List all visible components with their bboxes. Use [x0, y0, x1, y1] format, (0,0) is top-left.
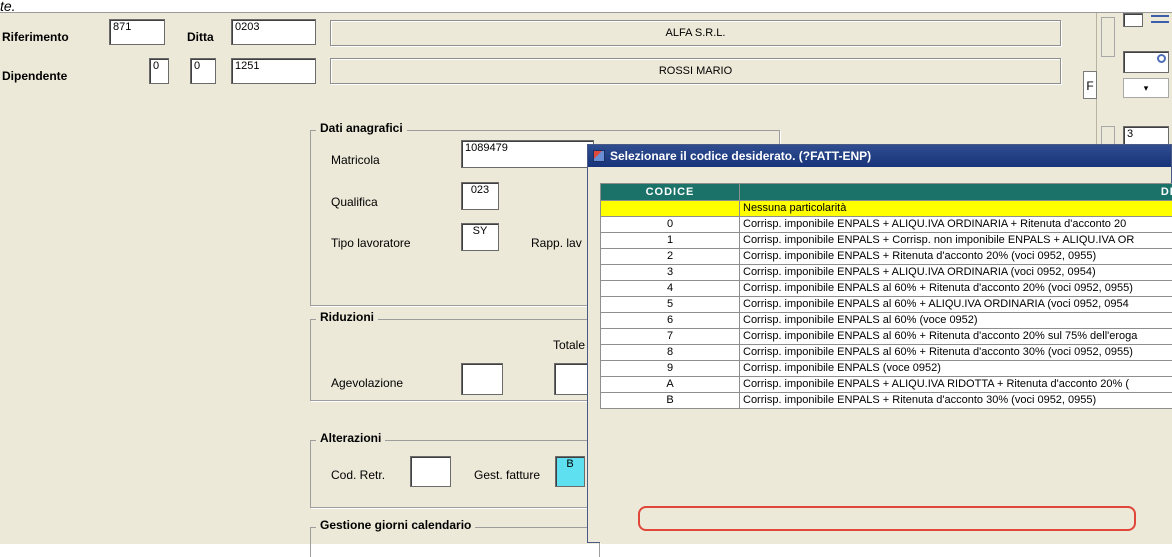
table-row[interactable]: 7Corrisp. imponibile ENPALS al 60% + Rit… [601, 329, 1172, 345]
gestione-giorni-title: Gestione giorni calendario [316, 518, 475, 532]
description-cell[interactable]: Corrisp. imponibile ENPALS (voce 0952) [740, 361, 1172, 377]
description-cell[interactable]: Corrisp. imponibile ENPALS al 60% + ALIQ… [740, 297, 1172, 313]
side-number-field[interactable]: 3 [1123, 126, 1169, 146]
f-key-label[interactable]: F [1083, 71, 1097, 99]
cod-retr-label: Cod. Retr. [331, 468, 385, 482]
table-row[interactable]: 5Corrisp. imponibile ENPALS al 60% + ALI… [601, 297, 1172, 313]
table-row[interactable]: 2Corrisp. imponibile ENPALS + Ritenuta d… [601, 249, 1172, 265]
code-cell[interactable]: 1 [601, 233, 740, 249]
codes-table-container: CODICE DESCRIZIONE Nessuna particolarità… [600, 183, 1172, 543]
description-cell[interactable]: Corrisp. imponibile ENPALS + Ritenuta d'… [740, 393, 1172, 409]
table-row[interactable]: 9Corrisp. imponibile ENPALS (voce 0952) [601, 361, 1172, 377]
code-cell[interactable]: 5 [601, 297, 740, 313]
side-small-field[interactable] [1123, 13, 1143, 27]
code-cell[interactable] [601, 201, 740, 217]
table-header-row: CODICE DESCRIZIONE [601, 184, 1172, 201]
agevolazione-field[interactable] [461, 363, 503, 395]
ditta-field[interactable]: 0203 [231, 19, 316, 45]
code-cell[interactable]: 2 [601, 249, 740, 265]
table-row[interactable]: 1Corrisp. imponibile ENPALS + Corrisp. n… [601, 233, 1172, 249]
code-cell[interactable]: 6 [601, 313, 740, 329]
lookup-dialog: Selezionare il codice desiderato. (?FATT… [587, 144, 1172, 543]
highlight-annotation [638, 506, 1136, 531]
codice-column-header[interactable]: CODICE [601, 184, 740, 201]
dipendente-field-1[interactable]: 0 [149, 58, 169, 84]
description-cell[interactable]: Corrisp. imponibile ENPALS + Corrisp. no… [740, 233, 1172, 249]
app-icon [593, 150, 605, 162]
rapp-lav-label: Rapp. lav [531, 236, 582, 250]
table-row[interactable]: 4Corrisp. imponibile ENPALS al 60% + Rit… [601, 281, 1172, 297]
description-cell[interactable]: Nessuna particolarità [740, 201, 1172, 217]
qualifica-field[interactable]: 023 [461, 182, 499, 210]
riferimento-label: Riferimento [2, 30, 69, 44]
code-cell[interactable]: 4 [601, 281, 740, 297]
table-row[interactable]: ACorrisp. imponibile ENPALS + ALIQU.IVA … [601, 377, 1172, 393]
description-cell[interactable]: Corrisp. imponibile ENPALS al 60% + Rite… [740, 329, 1172, 345]
codes-table: CODICE DESCRIZIONE Nessuna particolarità… [600, 183, 1172, 409]
table-row[interactable]: BCorrisp. imponibile ENPALS + Ritenuta d… [601, 393, 1172, 409]
description-cell[interactable]: Corrisp. imponibile ENPALS al 60% (voce … [740, 313, 1172, 329]
side-button-2[interactable] [1101, 126, 1115, 146]
code-cell[interactable]: 9 [601, 361, 740, 377]
table-row[interactable]: 6Corrisp. imponibile ENPALS al 60% (voce… [601, 313, 1172, 329]
description-cell[interactable]: Corrisp. imponibile ENPALS + ALIQU.IVA O… [740, 265, 1172, 281]
dipendente-label: Dipendente [2, 69, 67, 83]
table-row[interactable]: 8Corrisp. imponibile ENPALS al 60% + Rit… [601, 345, 1172, 361]
description-cell[interactable]: Corrisp. imponibile ENPALS + ALIQU.IVA R… [740, 377, 1172, 393]
right-panel: F ▾ 3 [1096, 13, 1172, 153]
description-cell[interactable]: Corrisp. imponibile ENPALS + Ritenuta d'… [740, 249, 1172, 265]
tipo-lavoratore-field[interactable]: SY [461, 223, 499, 251]
qualifica-label: Qualifica [331, 195, 378, 209]
matricola-label: Matricola [331, 153, 380, 167]
gest-fatture-label: Gest. fatture [474, 468, 540, 482]
table-row[interactable]: Nessuna particolarità [601, 201, 1172, 217]
descrizione-column-header[interactable]: DESCRIZIONE [740, 184, 1172, 201]
dipendente-field-2[interactable]: 0 [190, 58, 216, 84]
dipendente-field-3[interactable]: 1251 [231, 58, 316, 84]
cut-off-text: te. [0, 0, 16, 12]
description-cell[interactable]: Corrisp. imponibile ENPALS + ALIQU.IVA O… [740, 217, 1172, 233]
menu-icon[interactable] [1151, 15, 1169, 23]
dialog-title-bar[interactable]: Selezionare il codice desiderato. (?FATT… [588, 145, 1171, 167]
code-cell[interactable]: 8 [601, 345, 740, 361]
alterazioni-title: Alterazioni [316, 431, 385, 445]
totale-label: Totale [553, 338, 585, 352]
table-row[interactable]: 0Corrisp. imponibile ENPALS + ALIQU.IVA … [601, 217, 1172, 233]
side-button[interactable] [1101, 17, 1115, 57]
code-cell[interactable]: A [601, 377, 740, 393]
tipo-lavoratore-label: Tipo lavoratore [331, 236, 411, 250]
agevolazione-label: Agevolazione [331, 376, 403, 390]
code-cell[interactable]: 7 [601, 329, 740, 345]
gest-fatture-field[interactable]: B [555, 456, 585, 487]
description-cell[interactable]: Corrisp. imponibile ENPALS al 60% + Rite… [740, 345, 1172, 361]
search-icon[interactable] [1157, 54, 1166, 63]
company-name-bar: ALFA S.R.L. [330, 20, 1061, 46]
dialog-title: Selezionare il codice desiderato. (?FATT… [610, 145, 871, 167]
code-cell[interactable]: 0 [601, 217, 740, 233]
riferimento-field[interactable]: 871 [109, 19, 165, 45]
cod-retr-field[interactable] [410, 456, 451, 487]
dati-anagrafici-title: Dati anagrafici [316, 121, 407, 135]
matricola-field[interactable]: 1089479 [461, 140, 594, 168]
code-cell[interactable]: B [601, 393, 740, 409]
table-row[interactable]: 3Corrisp. imponibile ENPALS + ALIQU.IVA … [601, 265, 1172, 281]
chevron-down-icon[interactable]: ▾ [1123, 78, 1169, 98]
employee-name-bar: ROSSI MARIO [330, 58, 1061, 84]
ditta-label: Ditta [187, 30, 214, 44]
code-cell[interactable]: 3 [601, 265, 740, 281]
description-cell[interactable]: Corrisp. imponibile ENPALS al 60% + Rite… [740, 281, 1172, 297]
riduzioni-title: Riduzioni [316, 310, 378, 324]
